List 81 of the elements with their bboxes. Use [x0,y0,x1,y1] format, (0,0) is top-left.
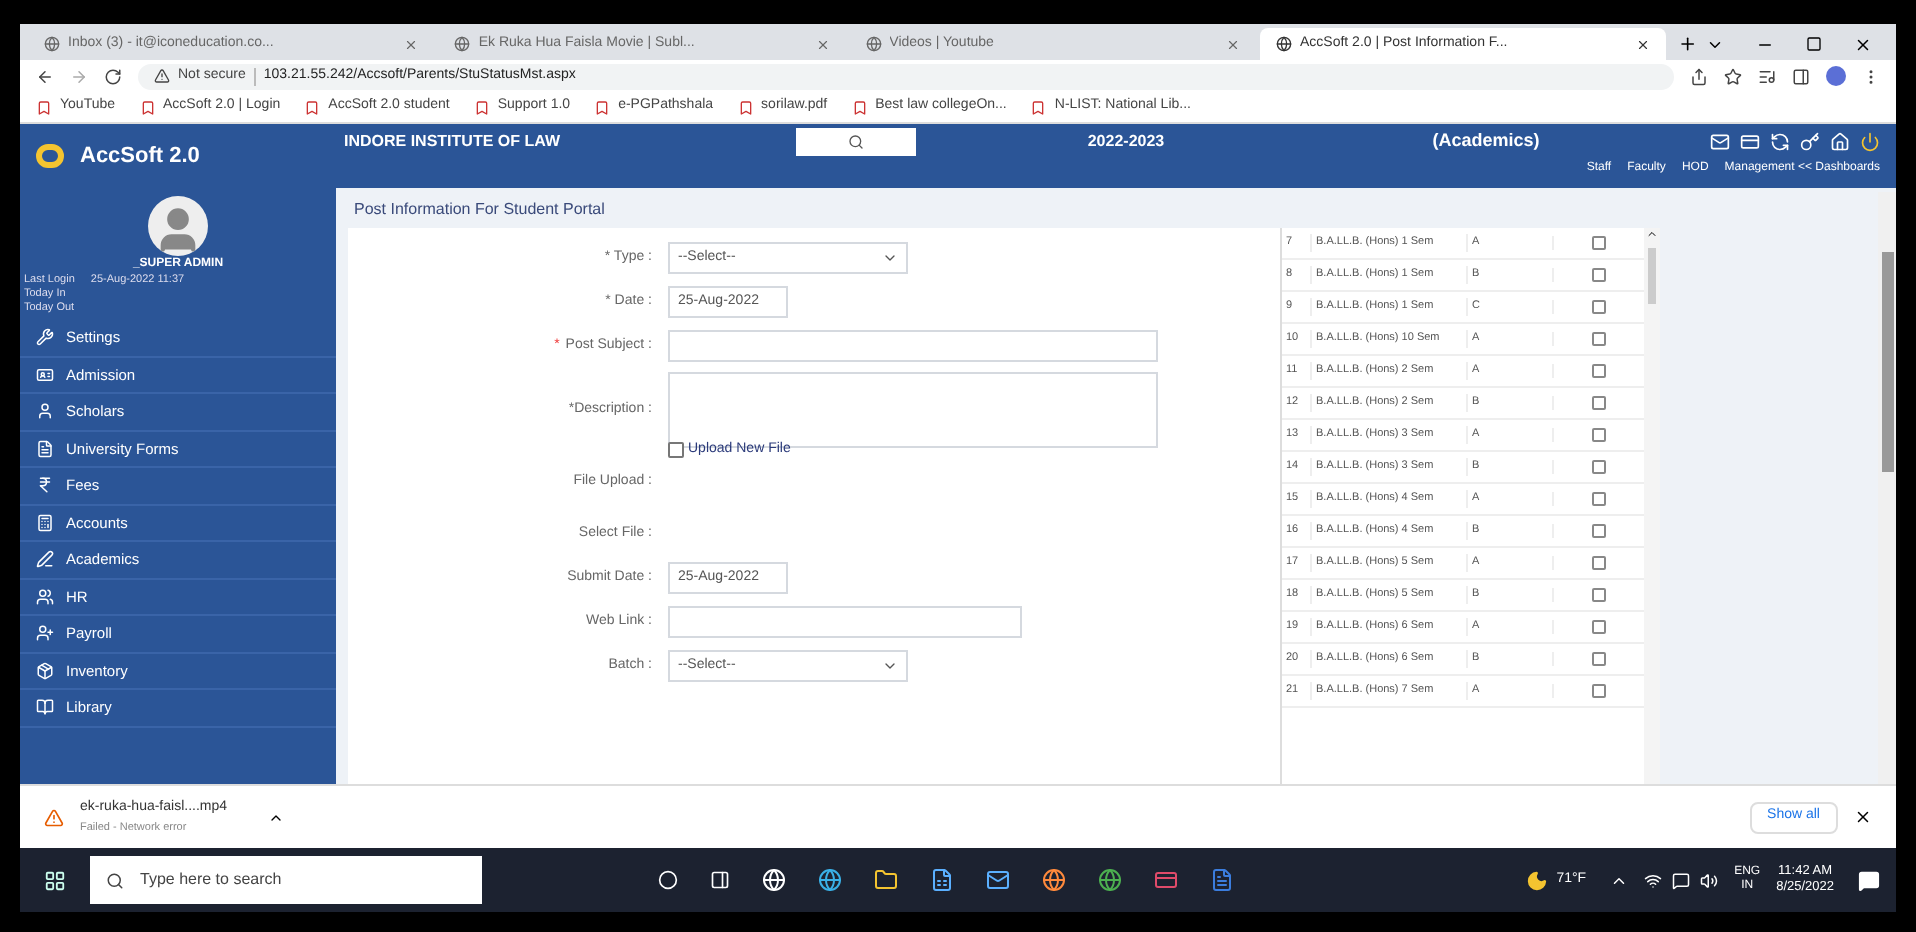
chevron-down-icon [882,250,898,266]
reload-icon[interactable] [104,67,122,85]
tab-favicon-icon [1275,36,1292,52]
row-checkbox[interactable] [1592,364,1606,378]
weather-icon [1526,869,1549,891]
folder-icon[interactable] [874,868,898,892]
row-checkbox[interactable] [1592,236,1606,250]
search-icon [106,871,124,889]
media-icon[interactable] [1758,67,1776,85]
taskbar-search-field[interactable]: Type here to search [90,856,482,904]
browser-icon[interactable] [818,868,842,892]
warning-icon [154,68,170,84]
checkbox[interactable] [668,442,684,459]
row-checkbox[interactable] [1592,460,1606,474]
refresh-icon[interactable] [1770,132,1790,152]
logo-text: AccSoft 2.0 [80,141,200,172]
row-checkbox[interactable] [1592,492,1606,506]
bookmark-star-icon[interactable] [1724,67,1742,85]
bookmark-icon [473,99,490,115]
close-icon[interactable] [1636,37,1651,51]
chevron-down-icon [882,658,898,674]
bookmark-icon [737,99,754,115]
tab-favicon-icon [44,36,60,52]
wifi-icon[interactable] [1644,871,1663,889]
bookmark-icon [1030,99,1047,115]
close-icon[interactable] [1854,808,1872,826]
search-field[interactable] [796,128,916,156]
bookmark-icon [594,99,611,115]
tab-favicon-icon [865,36,882,52]
power-icon[interactable] [1860,132,1880,152]
tab-search-icon[interactable] [1705,36,1724,54]
bookmark-icon [139,99,156,115]
home-icon[interactable] [1830,132,1850,152]
module-name: (Academics) [1430,128,1542,155]
row-checkbox[interactable] [1592,332,1606,346]
row-checkbox[interactable] [1592,524,1606,538]
institute-name: INDORE INSTITUTE OF LAW [342,130,562,154]
windows-start-icon[interactable] [44,869,66,891]
row-checkbox[interactable] [1592,620,1606,634]
bookmark-icon [304,99,321,115]
volume-icon[interactable] [1700,871,1719,889]
cortana-icon[interactable] [658,870,678,890]
input-field[interactable] [668,606,1022,638]
bookmark-icon [851,99,868,115]
back-icon[interactable] [36,67,54,85]
close-icon[interactable] [1853,36,1872,54]
row-checkbox[interactable] [1592,268,1606,282]
task-view-icon[interactable] [710,870,730,890]
scrollbar[interactable] [1644,228,1660,784]
avatar-silhouette [148,196,208,256]
logo-icon [36,144,64,168]
notification-icon[interactable] [1858,869,1880,891]
browser-icon[interactable] [1042,868,1066,892]
row-checkbox[interactable] [1592,652,1606,666]
document-icon[interactable] [1210,868,1234,892]
share-icon[interactable] [1690,67,1708,85]
tab-favicon-icon [454,36,471,52]
row-checkbox[interactable] [1592,556,1606,570]
key-icon[interactable] [1800,132,1820,152]
scroll-up-icon[interactable] [1646,228,1658,240]
chat-icon[interactable] [1672,871,1691,889]
row-checkbox[interactable] [1592,300,1606,314]
input-field[interactable] [668,330,1158,362]
maximize-icon[interactable] [1805,36,1822,52]
row-checkbox[interactable] [1592,428,1606,442]
mail-icon[interactable] [986,868,1010,892]
row-checkbox[interactable] [1592,684,1606,698]
row-checkbox[interactable] [1592,396,1606,410]
app-icon[interactable] [1154,868,1178,892]
profile-avatar[interactable] [1826,66,1846,86]
browser-icon[interactable] [1098,868,1122,892]
side-panel-icon[interactable] [1792,67,1810,85]
page-scrollbar[interactable] [1878,192,1896,784]
card-icon[interactable] [1740,132,1760,152]
panel-title: Post Information For Student Portal [352,198,607,222]
new-tab-icon[interactable] [1678,34,1698,54]
row-checkbox[interactable] [1592,588,1606,602]
session-year: 2022-2023 [1085,130,1167,154]
bookmark-icon [36,99,52,115]
warning-icon [44,807,64,827]
search-icon [848,134,864,150]
